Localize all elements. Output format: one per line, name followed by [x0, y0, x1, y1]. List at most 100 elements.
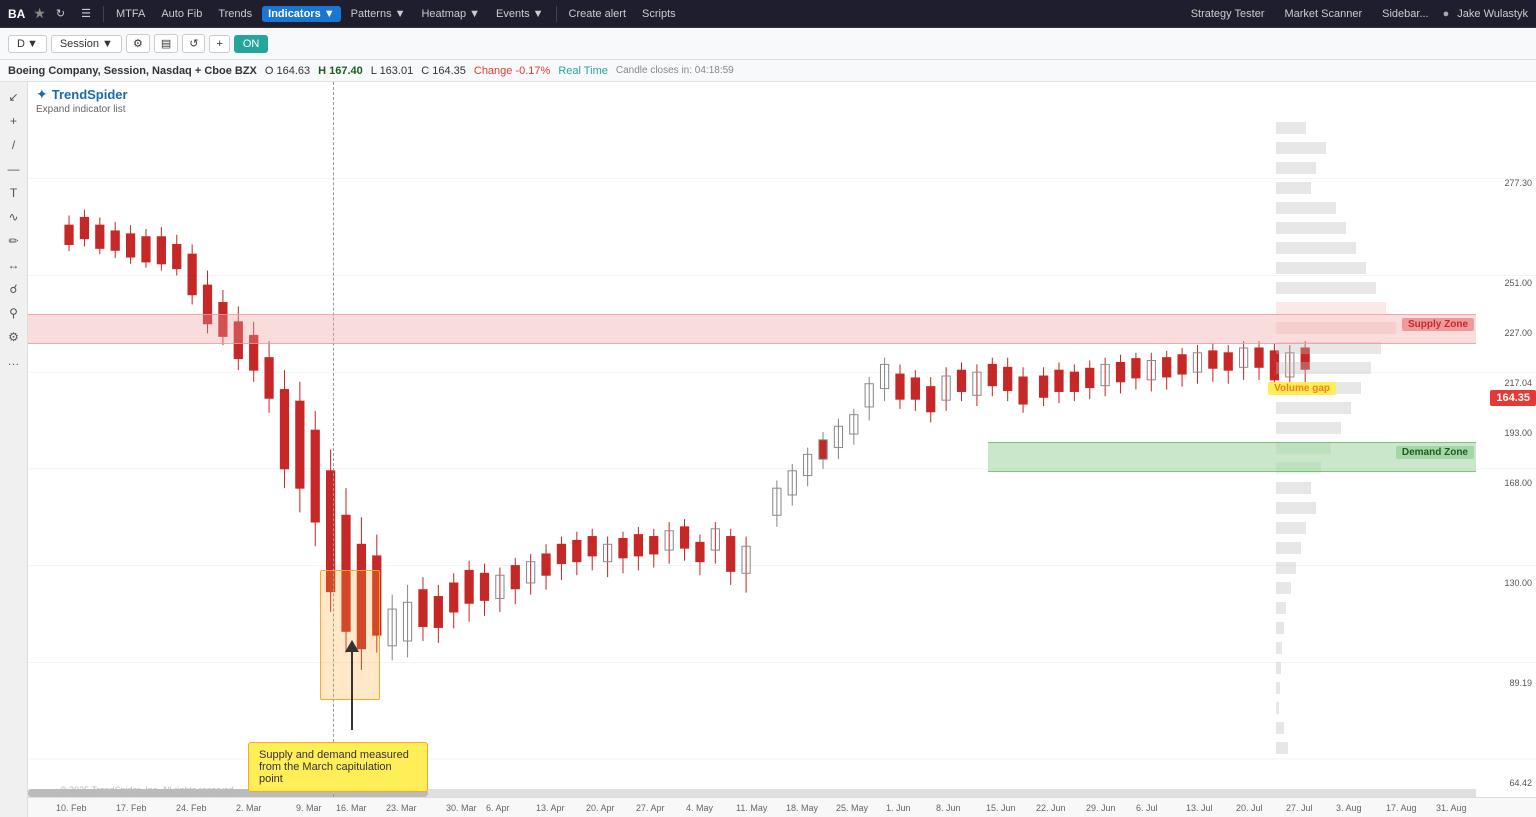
supply-zone-band [28, 314, 1476, 344]
trendspider-logo: ✦ TrendSpider [36, 86, 128, 103]
date-24feb: 24. Feb [176, 803, 207, 813]
date-6jul: 6. Jul [1136, 803, 1158, 813]
brush-icon[interactable]: ✏ [3, 230, 25, 252]
favorite-button[interactable]: ★ [33, 5, 46, 22]
date-25may: 25. May [836, 803, 868, 813]
interval-btn[interactable]: D ▼ [8, 35, 47, 53]
crosshair-icon[interactable]: + [3, 110, 25, 132]
price-level-251: 251.00 [1481, 278, 1536, 288]
settings-icon[interactable]: ⚙ [3, 326, 25, 348]
magnet-icon[interactable]: ⚲ [3, 302, 25, 324]
date-27apr: 27. Apr [636, 803, 665, 813]
strategy-tester-button[interactable]: Strategy Tester [1185, 6, 1271, 22]
date-31aug: 31. Aug [1436, 803, 1467, 813]
change-val: Change -0.17% [474, 65, 550, 77]
date-6apr: 6. Apr [486, 803, 510, 813]
price-level-89: 89.19 [1481, 678, 1536, 688]
date-2mar: 2. Mar [236, 803, 262, 813]
refresh-button[interactable]: ↻ [50, 5, 71, 22]
date-30mar: 30. Mar [446, 803, 477, 813]
chart-type-dropdown[interactable]: ☰ [75, 5, 97, 22]
trends-button[interactable]: Trends [212, 6, 258, 22]
date-3aug: 3. Aug [1336, 803, 1362, 813]
ts-logo-icon: ✦ [36, 86, 48, 103]
chart-settings-btn[interactable]: ⚙ [126, 34, 150, 53]
date-22jun: 22. Jun [1036, 803, 1066, 813]
sidebar-button[interactable]: Sidebar... [1376, 6, 1434, 22]
date-1jun: 1. Jun [886, 803, 911, 813]
measure-icon[interactable]: ↔ [3, 254, 25, 276]
mtfa-button[interactable]: MTFA [110, 6, 151, 22]
date-4may: 4. May [686, 803, 713, 813]
ticker-label: BA [8, 7, 25, 21]
candle-closes-info: Candle closes in: 04:18:59 [616, 65, 734, 76]
indicators-button[interactable]: Indicators ▼ [262, 6, 340, 22]
events-button[interactable]: Events ▼ [490, 6, 550, 22]
fibonacci-icon[interactable]: ∿ [3, 206, 25, 228]
interval-value: D [17, 38, 25, 50]
info-bar: Boeing Company, Session, Nasdaq + Cboe B… [0, 60, 1536, 82]
date-29jun: 29. Jun [1086, 803, 1116, 813]
create-alert-button[interactable]: Create alert [563, 6, 632, 22]
price-labels: 277.30 251.00 227.00 217.04 193.00 168.0… [1478, 82, 1536, 782]
add-indicator-btn[interactable]: + [209, 35, 229, 53]
ts-logo-text: TrendSpider [52, 87, 128, 102]
volume-gap-label: Volume gap [1268, 382, 1336, 395]
separator-2 [556, 6, 557, 22]
draw-line-icon[interactable]: / [3, 134, 25, 156]
horizontal-line-icon[interactable]: — [3, 158, 25, 180]
zoom-icon[interactable]: ☌ [3, 278, 25, 300]
supply-zone-label: Supply Zone [1402, 318, 1474, 331]
footer-watermark: © 2025 TrendSpider, Inc. All rights rese… [60, 785, 234, 795]
heatmap-button[interactable]: Heatmap ▼ [415, 6, 486, 22]
date-8jun: 8. Jun [936, 803, 961, 813]
on-btn[interactable]: ON [234, 35, 269, 53]
date-27jul: 27. Jul [1286, 803, 1313, 813]
volume-profile [1256, 82, 1476, 762]
session-dropdown-icon: ▼ [102, 38, 113, 50]
price-level-277: 277.30 [1481, 178, 1536, 188]
price-level-217: 217.04 [1481, 378, 1536, 388]
scripts-button[interactable]: Scripts [636, 6, 682, 22]
demand-zone-label: Demand Zone [1396, 446, 1474, 459]
text-icon[interactable]: T [3, 182, 25, 204]
second-toolbar: D ▼ Session ▼ ⚙ ▤ ↺ + ON [0, 28, 1536, 60]
market-scanner-button[interactable]: Market Scanner [1278, 6, 1368, 22]
chart-container[interactable]: ✦ TrendSpider Expand indicator list Supp… [28, 82, 1536, 817]
price-badge: 164.35 [1490, 390, 1536, 406]
session-btn[interactable]: Session ▼ [51, 35, 122, 53]
date-10feb: 10. Feb [56, 803, 87, 813]
date-17feb: 17. Feb [116, 803, 147, 813]
date-16mar: 16. Mar [336, 803, 367, 813]
annotation-box: Supply and demand measured from the Marc… [248, 742, 428, 792]
date-9mar: 9. Mar [296, 803, 322, 813]
undo-btn[interactable]: ↺ [182, 34, 205, 53]
expand-indicator-link[interactable]: Expand indicator list [36, 104, 126, 115]
top-toolbar: BA ★ ↻ ☰ MTFA Auto Fib Trends Indicators… [0, 0, 1536, 28]
date-13apr: 13. Apr [536, 803, 565, 813]
stock-name: Boeing Company, Session, Nasdaq + Cboe B… [8, 65, 257, 77]
arrow-shaft [351, 652, 353, 730]
date-11may: 11. May [736, 803, 767, 813]
high-val: H 167.40 [318, 65, 363, 77]
screenshot-btn[interactable]: ▤ [154, 34, 178, 53]
date-20apr: 20. Apr [586, 803, 615, 813]
separator-1 [103, 6, 104, 22]
cursor-icon[interactable]: ↙ [3, 86, 25, 108]
more-tools-icon[interactable]: … [3, 350, 25, 372]
toolbar-right: Strategy Tester Market Scanner Sidebar..… [1185, 6, 1528, 22]
arrow-up [345, 640, 359, 730]
session-label: Session [60, 38, 99, 50]
date-axis: 10. Feb 17. Feb 24. Feb 2. Mar 9. Mar 16… [28, 797, 1536, 817]
date-18may: 18. May [786, 803, 818, 813]
patterns-button[interactable]: Patterns ▼ [345, 6, 412, 22]
arrow-head [345, 640, 359, 652]
user-avatar: ● [1443, 8, 1450, 20]
close-val: C 164.35 [421, 65, 466, 77]
scroll-bar[interactable] [28, 789, 1476, 797]
auto-fib-button[interactable]: Auto Fib [155, 6, 208, 22]
price-level-227: 227.00 [1481, 328, 1536, 338]
left-sidebar: ↙ + / — T ∿ ✏ ↔ ☌ ⚲ ⚙ … [0, 82, 28, 817]
main-layout: ↙ + / — T ∿ ✏ ↔ ☌ ⚲ ⚙ … ✦ TrendSpider Ex… [0, 82, 1536, 817]
date-15jun: 15. Jun [986, 803, 1016, 813]
